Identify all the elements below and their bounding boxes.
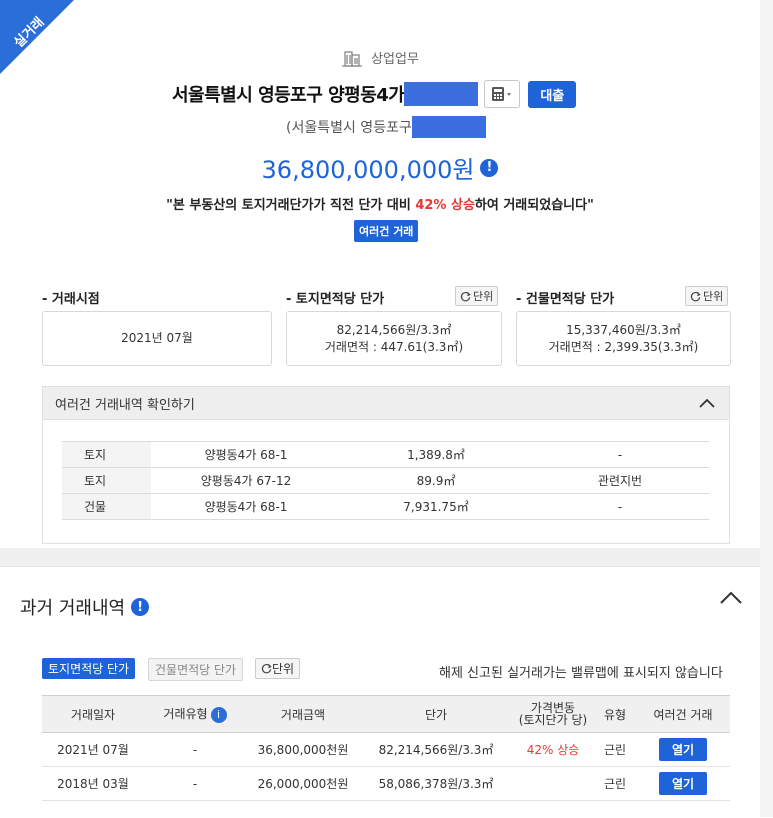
sub-address: (서울특별시 영등포구 (286, 120, 412, 136)
lot-area: 7,931.75㎡ (341, 493, 531, 520)
history-unit-label: 단위 (272, 662, 295, 676)
land-price-box: 82,214,566원/3.3㎡ 거래면적 : 447.61(3.3㎡) (286, 311, 502, 366)
lot-area: 1,389.8㎡ (341, 441, 531, 468)
building-unit-toggle[interactable]: 단위 (685, 286, 729, 306)
table-row: 토지 양평동4가 67-12 89.9㎡ 관련지번 (62, 467, 709, 494)
quote-prefix: "본 부동산의 토지거래단가가 직전 단가 대비 (166, 198, 416, 213)
header-price-change: 가격변동 (토지단가 당) (512, 695, 594, 733)
price-row: 36,800,000,000원 ! (0, 150, 760, 185)
table-row: 2018년 03월 - 26,000,000천원 58,086,378원/3.3… (42, 766, 730, 801)
header-unit-price: 단가 (360, 695, 512, 733)
row-change (512, 766, 594, 801)
history-table: 거래일자 거래유형 i 거래금액 단가 가격변동 (토지단가 당) 유형 여러건 거… (42, 695, 730, 801)
lot-area: 89.9㎡ (341, 467, 531, 494)
lot-number: 양평동4가 68-1 (151, 493, 341, 520)
table-row: 건물 양평동4가 68-1 7,931.75㎡ - (62, 493, 709, 520)
multi-trade-badge: 여러건 거래 (354, 220, 419, 242)
building-trade-area: 거래면적 : 2,399.35(3.3㎡) (548, 339, 699, 354)
loan-button[interactable]: 대출 (528, 80, 577, 108)
sub-address-redaction (411, 116, 486, 138)
multi-trade-toggle[interactable]: 여러건 거래내역 확인하기 (42, 386, 730, 420)
info-icon[interactable]: ! (480, 158, 499, 177)
lot-note: - (531, 493, 709, 520)
row-use: 근린 (594, 766, 636, 801)
property-type: 상업업무 (0, 48, 760, 67)
tab-building-unit-price[interactable]: 건물면적당 단가 (148, 658, 244, 681)
trade-date-box: 2021년 07월 (42, 311, 272, 366)
quote-change: 42% 상승 (415, 198, 475, 213)
row-unit-price: 82,214,566원/3.3㎡ (360, 732, 512, 767)
cancel-notice: 해제 신고된 실거래가는 밸류맵에 표시되지 않습니다 (439, 666, 723, 681)
header-multi: 여러건 거래 (636, 695, 730, 733)
lot-kind: 건물 (62, 493, 151, 520)
table-header-row: 거래일자 거래유형 i 거래금액 단가 가격변동 (토지단가 당) 유형 여러건 거… (42, 695, 730, 733)
building-unit-price: 15,337,460원/3.3㎡ (566, 322, 681, 337)
table-row: 2021년 07월 - 36,800,000천원 82,214,566원/3.3… (42, 732, 730, 767)
row-change: 42% 상승 (512, 732, 594, 767)
history-title-row: 과거 거래내역 ! (20, 594, 150, 620)
info-icon[interactable]: i (210, 706, 227, 723)
chevron-up-icon[interactable] (697, 397, 717, 409)
address-row: 서울특별시 영등포구 양평동4가 대출 (172, 80, 577, 108)
land-trade-area: 거래면적 : 447.61(3.3㎡) (324, 339, 464, 354)
header-type: 거래유형 i (144, 695, 246, 733)
property-card: 실거래 상업업무 서울특별시 영등포구 양평동4가 대출 (서울특별시 영등포구… (0, 0, 760, 548)
lot-note: - (531, 441, 709, 468)
multi-trade-title: 여러건 거래내역 확인하기 (55, 397, 195, 413)
refresh-icon (690, 291, 701, 301)
open-button[interactable]: 열기 (658, 772, 708, 795)
row-date: 2021년 07월 (42, 732, 144, 767)
row-unit-price: 58,086,378원/3.3㎡ (360, 766, 512, 801)
lot-number: 양평동4가 68-1 (151, 441, 341, 468)
row-open-cell: 열기 (636, 766, 730, 801)
quote-suffix: 하여 거래되었습니다" (474, 198, 594, 213)
refresh-icon (460, 291, 471, 301)
row-date: 2018년 03월 (42, 766, 144, 801)
trade-price: 36,800,000,000원 (261, 156, 475, 184)
history-title: 과거 거래내역 (20, 598, 126, 619)
row-use: 근린 (594, 732, 636, 767)
land-unit-price: 82,214,566원/3.3㎡ (336, 322, 452, 337)
property-type-label: 상업업무 (371, 52, 419, 67)
building-price-box: 15,337,460원/3.3㎡ 거래면적 : 2,399.35(3.3㎡) (516, 311, 731, 366)
address-redaction (404, 82, 479, 106)
land-unit-toggle[interactable]: 단위 (455, 286, 499, 306)
sub-address-row: (서울특별시 영등포구 (286, 116, 486, 138)
table-row: 토지 양평동4가 68-1 1,389.8㎡ - (62, 441, 709, 468)
building-price-label: - 건물면적당 단가 (516, 292, 615, 307)
refresh-icon (261, 663, 272, 674)
calculator-icon (492, 87, 512, 101)
row-amount: 26,000,000천원 (246, 766, 360, 801)
calculator-button[interactable] (484, 80, 521, 108)
row-amount: 36,800,000천원 (246, 732, 360, 767)
building-icon (342, 50, 363, 67)
header-date: 거래일자 (42, 695, 144, 733)
lot-number: 양평동4가 67-12 (151, 467, 341, 494)
land-unit-label: 단위 (473, 290, 494, 303)
lot-kind: 토지 (62, 467, 151, 494)
scrollbar-track[interactable] (760, 0, 773, 817)
row-type: - (144, 766, 246, 801)
header-use: 유형 (594, 695, 636, 733)
row-open-cell: 열기 (636, 732, 730, 767)
trade-date-label: - 거래시점 (42, 292, 100, 307)
building-unit-label: 단위 (703, 290, 724, 303)
tab-land-unit-price[interactable]: 토지면적당 단가 (42, 658, 136, 679)
row-type: - (144, 732, 246, 767)
lot-note: 관련지번 (531, 467, 709, 494)
header-amount: 거래금액 (246, 695, 360, 733)
multi-trade-table: 토지 양평동4가 68-1 1,389.8㎡ - 토지 양평동4가 67-12 … (62, 441, 709, 520)
lot-kind: 토지 (62, 441, 151, 468)
info-icon[interactable]: ! (131, 598, 150, 616)
address: 서울특별시 영등포구 양평동4가 (172, 85, 405, 106)
header-change-line2: (토지단가 당) (518, 713, 588, 727)
trade-date-value: 2021년 07월 (121, 331, 193, 345)
section-divider (0, 548, 773, 566)
header-type-label: 거래유형 (163, 707, 208, 722)
open-button[interactable]: 열기 (658, 738, 708, 761)
history-unit-toggle[interactable]: 단위 (255, 658, 301, 679)
land-price-label: - 토지면적당 단가 (286, 292, 385, 307)
price-change-quote: "본 부동산의 토지거래단가가 직전 단가 대비 42% 상승하여 거래되었습니… (0, 194, 760, 213)
chevron-up-icon[interactable] (718, 590, 744, 606)
